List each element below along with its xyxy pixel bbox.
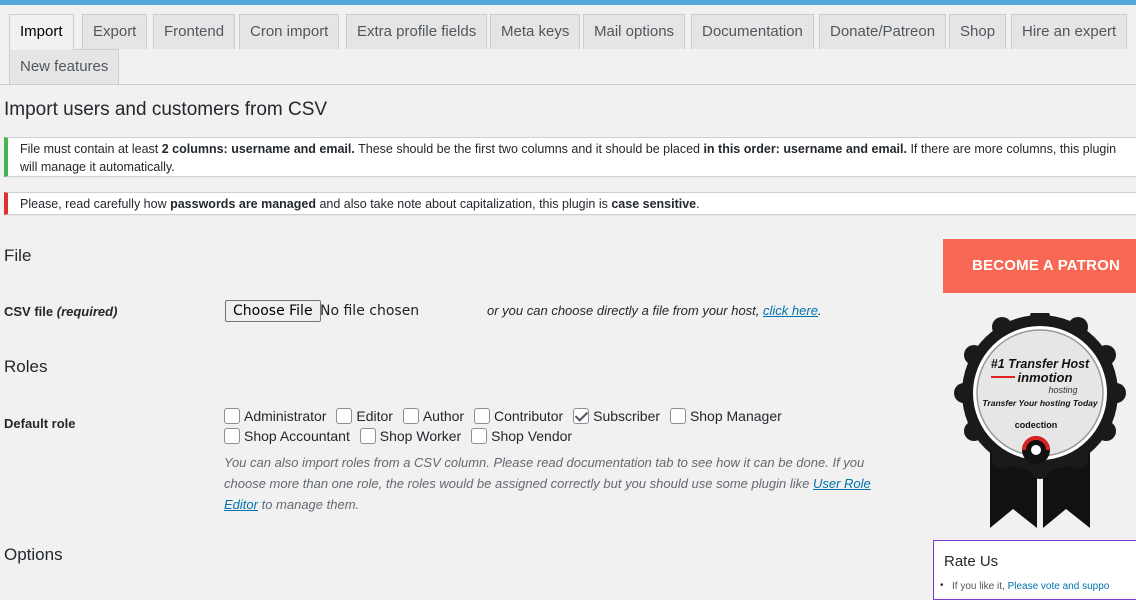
notice-passwords: Please, read carefully how passwords are… [4,192,1136,215]
role-checkbox-checked[interactable] [573,408,590,424]
tab-divider [0,84,1136,85]
tab-import[interactable]: Import [9,14,74,50]
rate-us-item: If you like it, Please vote and suppo [940,580,1110,592]
tab-cron-import[interactable]: Cron import [239,14,340,49]
notice-columns: File must contain at least 2 columns: us… [4,137,1136,177]
role-checkbox[interactable] [669,408,686,424]
rate-us-box: Rate Us If you like it, Please vote and … [933,540,1136,600]
rate-us-title: Rate Us [944,553,999,570]
role-shop-vendor[interactable]: Shop Vendor [471,428,572,444]
tab-frontend[interactable]: Frontend [153,14,236,49]
tab-documentation[interactable]: Documentation [691,14,814,49]
badge-brand-sub: hosting [1048,385,1077,395]
role-contributor[interactable]: Contributor [473,408,563,424]
role-subscriber[interactable]: Subscriber [573,408,660,424]
become-patron-button[interactable]: BECOME A PATRON [943,239,1136,293]
tab-meta-keys[interactable]: Meta keys [490,14,581,49]
role-checkbox[interactable] [224,428,240,444]
role-shop-manager[interactable]: Shop Manager [669,408,782,424]
codection-logo-icon [1022,436,1050,464]
tab-hire-an-expert[interactable]: Hire an expert [1011,14,1128,49]
role-checkbox[interactable] [224,408,240,424]
role-editor[interactable]: Editor [336,408,393,424]
page-title: Import users and customers from CSV [4,99,328,120]
csv-file-label: CSV file (required) [4,304,118,319]
tab-mail-options[interactable]: Mail options [583,14,686,49]
choose-file-button[interactable]: Choose File [225,300,321,322]
role-shop-accountant[interactable]: Shop Accountant [224,428,350,444]
role-checkbox[interactable] [473,408,490,424]
tab-shop[interactable]: Shop [949,14,1007,49]
badge-brand: inmotion [1018,370,1073,385]
role-checkbox-list: Administrator Editor Author Contributor … [224,408,914,448]
role-administrator[interactable]: Administrator [224,408,326,424]
badge-partner: codection [1015,420,1058,430]
file-heading: File [4,246,32,265]
tab-export[interactable]: Export [82,14,148,49]
role-checkbox[interactable] [402,408,419,424]
click-here-link[interactable]: click here [763,303,818,318]
role-checkbox[interactable] [359,428,376,444]
tab-new-features[interactable]: New features [9,49,120,84]
inmotion-hosting-badge[interactable]: #1 Transfer Host inmotion hosting Transf… [945,313,1135,531]
role-author[interactable]: Author [402,408,464,424]
default-role-label: Default role [4,416,76,431]
vote-link[interactable]: Please vote and suppo [1008,581,1110,592]
badge-line2: Transfer Your hosting Today [982,398,1099,408]
notice-columns-text: File must contain at least 2 columns: us… [20,142,1117,174]
badge-line1: #1 Transfer Host [991,357,1090,371]
roles-heading: Roles [4,357,48,376]
role-checkbox[interactable] [471,428,488,444]
notice-passwords-text: Please, read carefully how passwords are… [20,197,700,211]
role-checkbox[interactable] [336,408,353,424]
options-heading: Options [4,545,63,564]
tab-donate-patreon[interactable]: Donate/Patreon [819,14,947,49]
admin-top-bar [0,0,1136,5]
role-shop-worker[interactable]: Shop Worker [359,428,461,444]
file-status: No file chosen [320,303,420,319]
tab-extra-profile-fields[interactable]: Extra profile fields [346,14,488,49]
roles-description: You can also import roles from a CSV col… [224,455,871,512]
host-file-text: or you can choose directly a file from y… [487,303,822,318]
